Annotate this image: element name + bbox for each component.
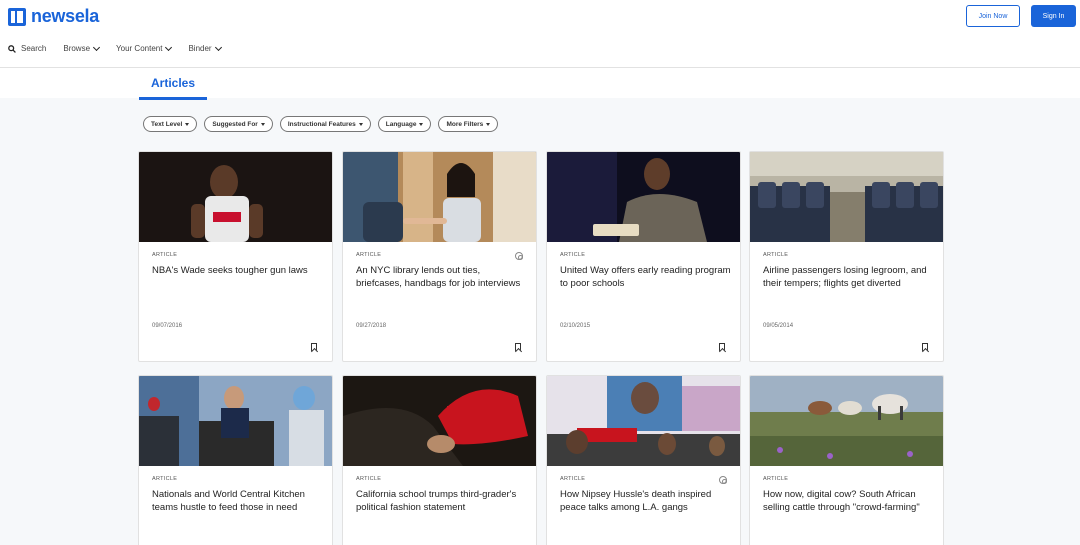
chevron-down-icon xyxy=(93,43,101,51)
content-type-label: ARTICLE xyxy=(356,252,382,258)
man-reading-book-photo xyxy=(547,152,740,242)
nav-search-label: Search xyxy=(21,44,47,53)
content-type-label: ARTICLE xyxy=(152,476,178,482)
content-type-label: ARTICLE xyxy=(356,476,382,482)
article-thumbnail xyxy=(343,152,536,242)
filter-label: Text Level xyxy=(151,120,183,128)
search-icon xyxy=(8,44,16,53)
bookmark-icon[interactable] xyxy=(719,343,725,351)
brand-name: newsela xyxy=(31,6,99,26)
article-thumbnail xyxy=(547,376,740,466)
cattle-field-photo xyxy=(750,376,943,466)
article-date: 02/10/2015 xyxy=(560,323,591,329)
article-title[interactable]: How now, digital cow? South African sell… xyxy=(763,489,935,514)
content-type-label: ARTICLE xyxy=(763,252,789,258)
article-card[interactable]: ARTICLE NBA's Wade seeks tougher gun law… xyxy=(138,151,333,362)
filter-more-filters[interactable]: More Filters xyxy=(438,116,499,132)
content-type-label: ARTICLE xyxy=(560,476,586,482)
caret-down-icon xyxy=(185,122,190,126)
nav-your-content[interactable]: Your Content xyxy=(116,43,173,53)
content-type-label: ARTICLE xyxy=(560,252,586,258)
article-card[interactable]: ARTICLE Airline passengers losing legroo… xyxy=(749,151,944,362)
filter-instructional-features[interactable]: Instructional Features xyxy=(279,116,371,132)
filter-text-level[interactable]: Text Level xyxy=(143,116,198,132)
top-bar: newsela Search Browse Your Content Binde… xyxy=(0,0,1080,68)
filter-label: More Filters xyxy=(446,120,484,128)
workers-unloading-truck-photo xyxy=(139,376,332,466)
article-title[interactable]: Airline passengers losing legroom, and t… xyxy=(763,265,935,290)
article-thumbnail xyxy=(547,152,740,242)
article-card[interactable]: ARTICLE California school trumps third-g… xyxy=(342,375,537,545)
article-date: 09/07/2016 xyxy=(152,323,183,329)
filter-suggested-for[interactable]: Suggested For xyxy=(204,116,273,132)
article-date: 09/05/2014 xyxy=(763,323,794,329)
audio-icon xyxy=(515,252,523,260)
filter-bar: Text Level Suggested For Instructional F… xyxy=(143,116,499,132)
bookmark-icon[interactable] xyxy=(311,343,317,351)
article-title[interactable]: How Nipsey Hussle's death inspired peace… xyxy=(560,489,732,514)
nav-binder[interactable]: Binder xyxy=(188,43,222,53)
join-now-button[interactable]: Join Now xyxy=(966,5,1020,27)
nav-binder-label: Binder xyxy=(188,44,212,53)
audio-icon xyxy=(719,476,727,484)
filter-label: Instructional Features xyxy=(287,120,356,128)
tab-articles[interactable]: Articles xyxy=(139,68,207,100)
article-thumbnail xyxy=(139,152,332,242)
job-interview-handshake-photo xyxy=(343,152,536,242)
basketball-player-photo xyxy=(139,152,332,242)
article-title[interactable]: Nationals and World Central Kitchen team… xyxy=(152,489,324,514)
caret-down-icon xyxy=(358,122,363,126)
sign-in-button[interactable]: Sign In xyxy=(1031,5,1076,27)
article-card[interactable]: ARTICLE How now, digital cow? South Afri… xyxy=(749,375,944,545)
chevron-down-icon xyxy=(165,43,173,51)
nav-browse-label: Browse xyxy=(63,44,91,53)
nav-browse[interactable]: Browse xyxy=(63,43,101,53)
filter-label: Language xyxy=(385,120,417,128)
article-card[interactable]: ARTICLE Nationals and World Central Kitc… xyxy=(138,375,333,545)
nav-search[interactable]: Search xyxy=(8,44,46,53)
bookmark-icon[interactable] xyxy=(515,343,521,351)
article-title[interactable]: California school trumps third-grader's … xyxy=(356,489,528,514)
article-date: 09/27/2018 xyxy=(356,323,387,329)
filter-language[interactable]: Language xyxy=(377,116,432,132)
article-thumbnail xyxy=(139,376,332,466)
article-thumbnail xyxy=(343,376,536,466)
red-campaign-hat-photo xyxy=(343,376,536,466)
bookmark-icon[interactable] xyxy=(922,343,928,351)
article-card[interactable]: ARTICLE How Nipsey Hussle's death inspir… xyxy=(546,375,741,545)
chevron-down-icon xyxy=(214,43,222,51)
article-thumbnail xyxy=(750,152,943,242)
main-nav: Search Browse Your Content Binder xyxy=(8,43,238,53)
article-title[interactable]: An NYC library lends out ties, briefcase… xyxy=(356,265,528,290)
nav-your-content-label: Your Content xyxy=(116,44,163,53)
airplane-cabin-photo xyxy=(750,152,943,242)
article-title[interactable]: United Way offers early reading program … xyxy=(560,265,732,290)
filter-label: Suggested For xyxy=(212,120,258,128)
article-title[interactable]: NBA's Wade seeks tougher gun laws xyxy=(152,265,324,278)
newsela-logo-icon xyxy=(8,7,26,26)
content-type-label: ARTICLE xyxy=(763,476,789,482)
caret-down-icon xyxy=(260,122,265,126)
mural-crowd-photo xyxy=(547,376,740,466)
newsela-logo[interactable]: newsela xyxy=(8,6,99,27)
content-tabs: Articles xyxy=(0,68,1080,100)
article-card[interactable]: ARTICLE United Way offers early reading … xyxy=(546,151,741,362)
caret-down-icon xyxy=(419,122,424,126)
article-card[interactable]: ARTICLE An NYC library lends out ties, b… xyxy=(342,151,537,362)
article-thumbnail xyxy=(750,376,943,466)
caret-down-icon xyxy=(486,122,491,126)
content-type-label: ARTICLE xyxy=(152,252,178,258)
